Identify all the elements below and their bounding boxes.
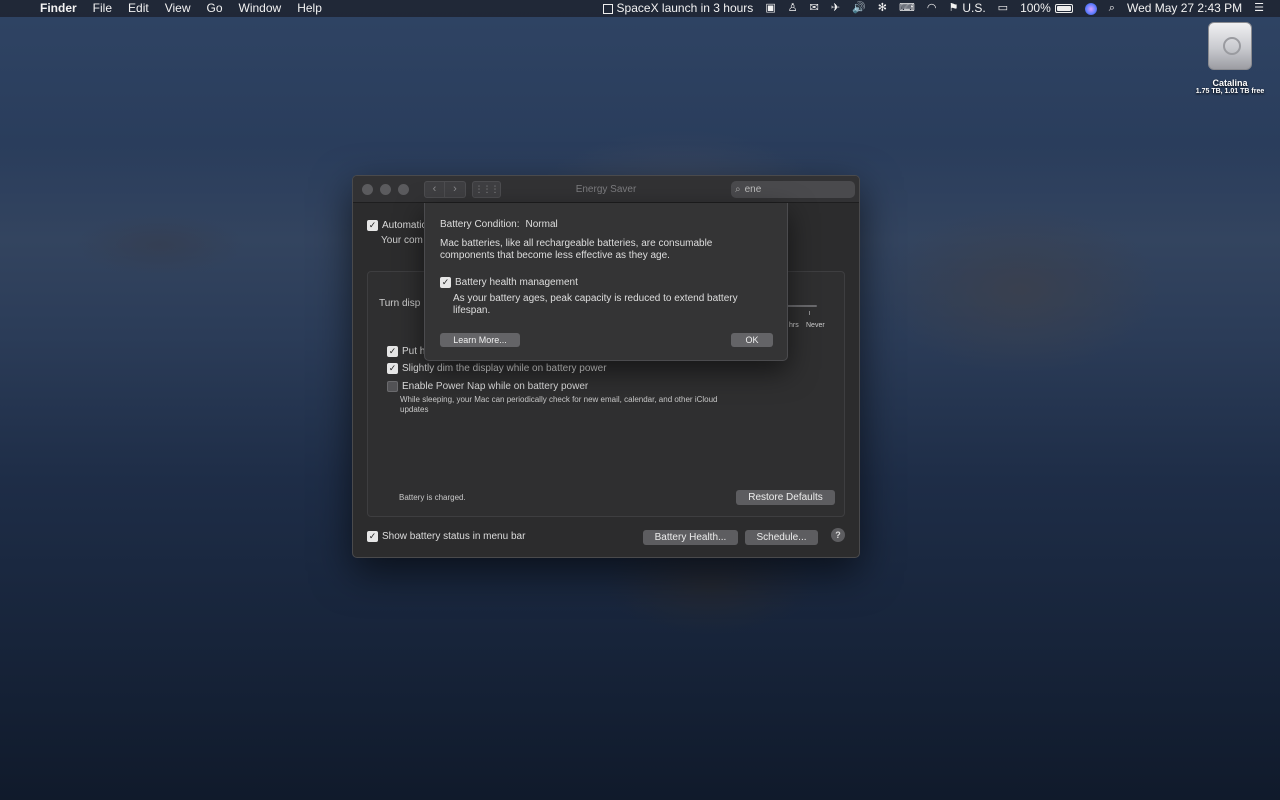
- automatic-switching-label: Automatic: [382, 220, 427, 231]
- calendar-checkbox-icon: [602, 3, 613, 14]
- battery-health-management-checkbox[interactable]: ✓: [440, 277, 451, 288]
- menu-go[interactable]: Go: [199, 0, 231, 17]
- desktop-disk-catalina[interactable]: Catalina 1.75 TB, 1.01 TB free: [1180, 22, 1280, 95]
- send-icon[interactable]: ✈: [825, 0, 846, 17]
- forward-button[interactable]: ›: [445, 180, 466, 198]
- spotlight-search-icon[interactable]: ⌕: [1103, 0, 1121, 17]
- battery-condition-line: Battery Condition: Normal: [440, 219, 558, 230]
- put-hard-disks-option[interactable]: ✓ Put h: [387, 346, 425, 357]
- show-battery-status-option[interactable]: ✓ Show battery status in menu bar: [367, 531, 525, 542]
- disk-info: 1.75 TB, 1.01 TB free: [1195, 88, 1265, 95]
- minimize-window-button[interactable]: [380, 183, 391, 195]
- dim-display-checkbox[interactable]: ✓: [387, 363, 398, 374]
- battery-description: Mac batteries, like all rechargeable bat…: [440, 238, 713, 261]
- input-source-menu[interactable]: ⚑ U.S.: [942, 0, 991, 17]
- battery-icon: [1054, 4, 1073, 13]
- automatic-switching-desc: Your com: [381, 235, 423, 246]
- automatic-switching-checkbox[interactable]: ✓: [367, 220, 378, 231]
- slider-label-hrs: hrs: [789, 322, 799, 329]
- navigation-buttons: ‹ ›: [424, 180, 466, 198]
- menu-edit[interactable]: Edit: [120, 0, 157, 17]
- restore-defaults-button[interactable]: Restore Defaults: [736, 490, 835, 505]
- schedule-button[interactable]: Schedule...: [745, 530, 818, 545]
- notification-center-icon[interactable]: ☰: [1248, 0, 1270, 17]
- bluetooth-icon[interactable]: ✻: [872, 0, 893, 17]
- airplay-icon[interactable]: ▭: [992, 0, 1014, 17]
- battery-health-sheet: Battery Condition: Normal Mac batteries,…: [424, 203, 788, 361]
- us-flag-icon: ⚑: [948, 2, 959, 14]
- show-battery-status-label: Show battery status in menu bar: [382, 531, 526, 542]
- dim-display-label: Slightly dim the display while on batter…: [402, 363, 607, 374]
- power-nap-checkbox[interactable]: ✓: [387, 381, 398, 392]
- window-controls: [353, 183, 409, 195]
- notification-icon[interactable]: ✉: [804, 0, 825, 17]
- battery-health-button[interactable]: Battery Health...: [643, 530, 738, 545]
- title-bar: ‹ › ⋮⋮⋮ Energy Saver ⌕ ×: [353, 176, 859, 203]
- calendar-event-text: SpaceX launch in 3 hours: [616, 1, 754, 15]
- power-nap-option[interactable]: ✓ Enable Power Nap while on battery powe…: [387, 381, 588, 392]
- battery-menu[interactable]: 100%: [1014, 0, 1079, 17]
- help-button[interactable]: ?: [831, 528, 845, 542]
- keyboard-icon[interactable]: ⌨: [893, 0, 921, 17]
- menu-file[interactable]: File: [85, 0, 120, 17]
- search-icon: ⌕: [735, 184, 741, 195]
- disk-name: Catalina: [1212, 78, 1248, 88]
- close-window-button[interactable]: [362, 183, 373, 195]
- person-icon[interactable]: ♙: [782, 0, 804, 17]
- back-button[interactable]: ‹: [424, 180, 445, 198]
- slider-tick: [809, 311, 810, 315]
- automatic-graphics-switching-option[interactable]: ✓ Automatic: [367, 220, 426, 231]
- search-field[interactable]: ⌕ ×: [731, 181, 859, 198]
- put-hard-disks-label: Put h: [402, 346, 426, 357]
- menu-view[interactable]: View: [157, 0, 199, 17]
- battery-percent: 100%: [1020, 1, 1051, 15]
- menu-help[interactable]: Help: [289, 0, 330, 17]
- learn-more-button[interactable]: Learn More...: [440, 333, 520, 347]
- wifi-icon[interactable]: ◠: [921, 0, 943, 17]
- battery-health-management-desc: As your battery ages, peak capacity is r…: [453, 293, 738, 316]
- battery-status-text: Battery is charged.: [399, 493, 466, 502]
- window-layout-icon[interactable]: ▣: [759, 0, 781, 17]
- hard-disk-icon: [1208, 22, 1252, 70]
- ok-button[interactable]: OK: [731, 333, 773, 347]
- battery-condition-label: Battery Condition:: [440, 219, 520, 230]
- menu-bar: Finder File Edit View Go Window Help Spa…: [0, 0, 1280, 17]
- menu-window[interactable]: Window: [231, 0, 290, 17]
- siri-button[interactable]: [1079, 2, 1103, 15]
- battery-health-management-label: Battery health management: [455, 277, 578, 288]
- power-nap-description: While sleeping, your Mac can periodicall…: [400, 395, 718, 414]
- battery-condition-value: Normal: [525, 219, 558, 230]
- turn-display-off-label: Turn disp: [379, 298, 421, 309]
- slider-label-never: Never: [806, 322, 825, 329]
- calendar-event-status[interactable]: SpaceX launch in 3 hours: [597, 0, 760, 17]
- search-input[interactable]: [744, 184, 859, 195]
- show-all-grid-icon[interactable]: ⋮⋮⋮: [472, 180, 501, 198]
- volume-icon[interactable]: 🔊: [846, 0, 872, 17]
- siri-icon: [1084, 2, 1097, 15]
- battery-health-management-option[interactable]: ✓ Battery health management: [440, 277, 578, 288]
- show-battery-status-checkbox[interactable]: ✓: [367, 531, 378, 542]
- clock[interactable]: Wed May 27 2:43 PM: [1121, 0, 1248, 17]
- input-source-label: U.S.: [962, 1, 986, 15]
- dim-display-option[interactable]: ✓ Slightly dim the display while on batt…: [387, 363, 607, 374]
- zoom-window-button[interactable]: [398, 183, 409, 195]
- power-nap-label: Enable Power Nap while on battery power: [402, 381, 589, 392]
- menu-app-finder[interactable]: Finder: [32, 0, 85, 17]
- put-hard-disks-checkbox[interactable]: ✓: [387, 346, 398, 357]
